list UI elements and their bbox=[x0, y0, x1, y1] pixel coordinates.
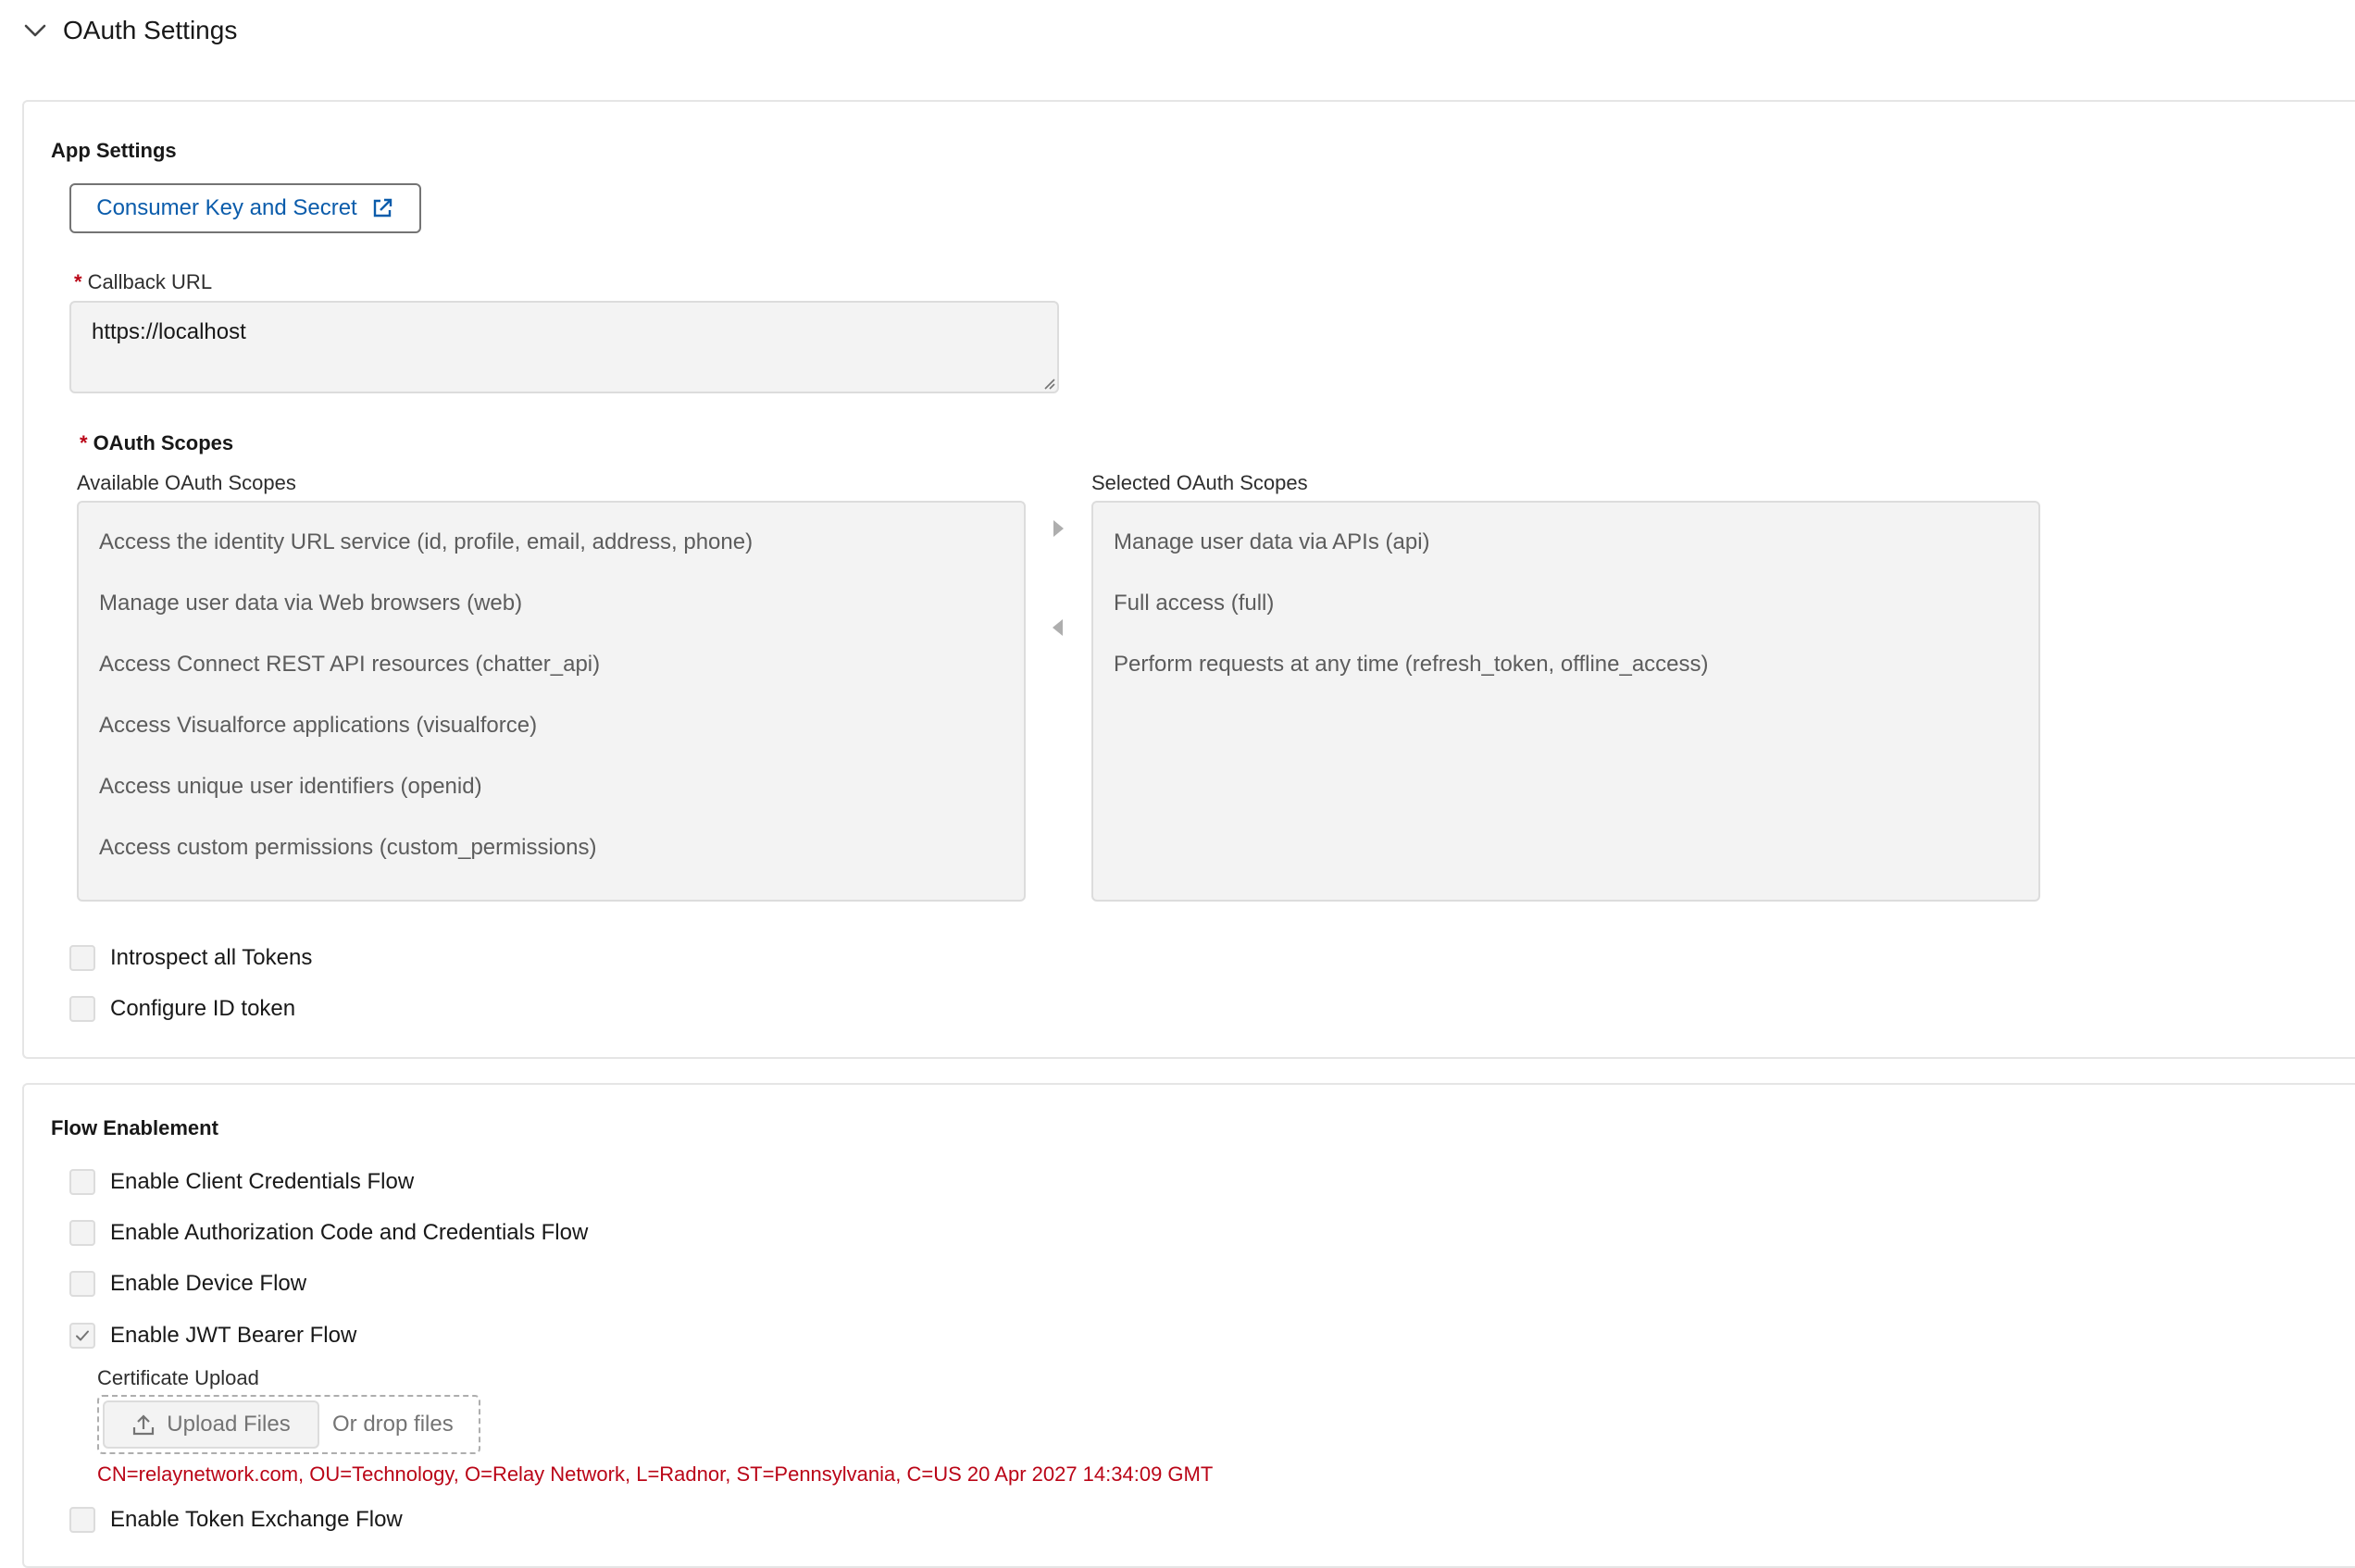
selected-scope-option[interactable]: Perform requests at any time (refresh_to… bbox=[1093, 634, 2038, 695]
chevron-down-icon bbox=[24, 24, 46, 37]
introspect-tokens-checkbox[interactable]: Introspect all Tokens bbox=[69, 945, 312, 971]
available-scopes-label: Available OAuth Scopes bbox=[77, 471, 296, 494]
checkbox-box[interactable] bbox=[69, 1169, 95, 1195]
oauth-settings-toggle[interactable]: OAuth Settings bbox=[22, 11, 237, 50]
flow-enablement-card bbox=[22, 1083, 2355, 1568]
flow-enablement-heading: Flow Enablement bbox=[51, 1116, 218, 1139]
checkbox-label: Enable Authorization Code and Credential… bbox=[110, 1220, 589, 1245]
checkbox-label: Configure ID token bbox=[110, 996, 296, 1021]
checkbox-box[interactable] bbox=[69, 945, 95, 971]
move-left-button[interactable] bbox=[1044, 614, 1072, 641]
checkbox-box[interactable] bbox=[69, 1220, 95, 1246]
consumer-key-label: Consumer Key and Secret bbox=[96, 195, 357, 220]
oauth-scopes-label: * OAuth Scopes bbox=[80, 431, 234, 454]
resize-handle-icon[interactable] bbox=[1040, 375, 1055, 390]
device-flow-checkbox[interactable]: Enable Device Flow bbox=[69, 1271, 306, 1297]
checkbox-box[interactable] bbox=[69, 1323, 95, 1349]
available-scope-option[interactable]: Manage user data via Web browsers (web) bbox=[79, 573, 1024, 634]
file-drop-zone[interactable]: Upload Files Or drop files bbox=[97, 1395, 480, 1454]
checkbox-label: Enable Client Credentials Flow bbox=[110, 1169, 415, 1194]
upload-files-button[interactable]: Upload Files bbox=[103, 1400, 319, 1449]
auth-code-credentials-checkbox[interactable]: Enable Authorization Code and Credential… bbox=[69, 1220, 588, 1246]
certificate-info-text: CN=relaynetwork.com, OU=Technology, O=Re… bbox=[97, 1462, 1214, 1486]
checkbox-label: Enable Device Flow bbox=[110, 1271, 307, 1296]
selected-scopes-listbox[interactable]: Manage user data via APIs (api) Full acc… bbox=[1091, 501, 2040, 902]
available-scope-option[interactable]: Access Connect REST API resources (chatt… bbox=[79, 634, 1024, 695]
checkbox-label: Introspect all Tokens bbox=[110, 945, 313, 970]
required-asterisk: * bbox=[80, 431, 88, 454]
callback-url-value: https://localhost bbox=[92, 319, 246, 344]
token-exchange-checkbox[interactable]: Enable Token Exchange Flow bbox=[69, 1507, 403, 1533]
checkbox-box[interactable] bbox=[69, 1271, 95, 1297]
drop-files-text: Or drop files bbox=[332, 1412, 454, 1437]
callback-url-textarea[interactable]: https://localhost bbox=[69, 301, 1059, 393]
selected-scopes-label: Selected OAuth Scopes bbox=[1091, 471, 1308, 494]
selected-scope-option[interactable]: Full access (full) bbox=[1093, 573, 2038, 634]
available-scope-option[interactable]: Access unique user identifiers (openid) bbox=[79, 756, 1024, 817]
selected-scope-option[interactable]: Manage user data via APIs (api) bbox=[1093, 512, 2038, 573]
available-scope-option[interactable]: Access custom permissions (custom_permis… bbox=[79, 817, 1024, 878]
checkbox-label: Enable Token Exchange Flow bbox=[110, 1507, 403, 1532]
available-scope-option[interactable]: Access the identity URL service (id, pro… bbox=[79, 512, 1024, 573]
client-credentials-checkbox[interactable]: Enable Client Credentials Flow bbox=[69, 1169, 414, 1195]
upload-files-label: Upload Files bbox=[167, 1412, 291, 1437]
external-link-icon bbox=[373, 198, 392, 218]
available-scope-option[interactable]: Access Visualforce applications (visualf… bbox=[79, 695, 1024, 756]
checkbox-label: Enable JWT Bearer Flow bbox=[110, 1323, 357, 1348]
app-settings-heading: App Settings bbox=[51, 139, 177, 162]
checkmark-icon bbox=[76, 1330, 89, 1341]
triangle-left-icon bbox=[1053, 619, 1063, 636]
upload-icon bbox=[133, 1414, 155, 1436]
required-asterisk: * bbox=[74, 270, 82, 293]
section-title: OAuth Settings bbox=[63, 16, 238, 44]
configure-id-token-checkbox[interactable]: Configure ID token bbox=[69, 996, 295, 1022]
certificate-upload-label: Certificate Upload bbox=[97, 1366, 259, 1389]
triangle-right-icon bbox=[1053, 520, 1064, 537]
move-right-button[interactable] bbox=[1044, 515, 1072, 542]
jwt-bearer-checkbox[interactable]: Enable JWT Bearer Flow bbox=[69, 1323, 356, 1349]
available-scopes-listbox[interactable]: Access the identity URL service (id, pro… bbox=[77, 501, 1026, 902]
checkbox-box[interactable] bbox=[69, 1507, 95, 1533]
consumer-key-button[interactable]: Consumer Key and Secret bbox=[69, 183, 421, 233]
checkbox-box[interactable] bbox=[69, 996, 95, 1022]
callback-url-label: * Callback URL bbox=[74, 270, 213, 293]
